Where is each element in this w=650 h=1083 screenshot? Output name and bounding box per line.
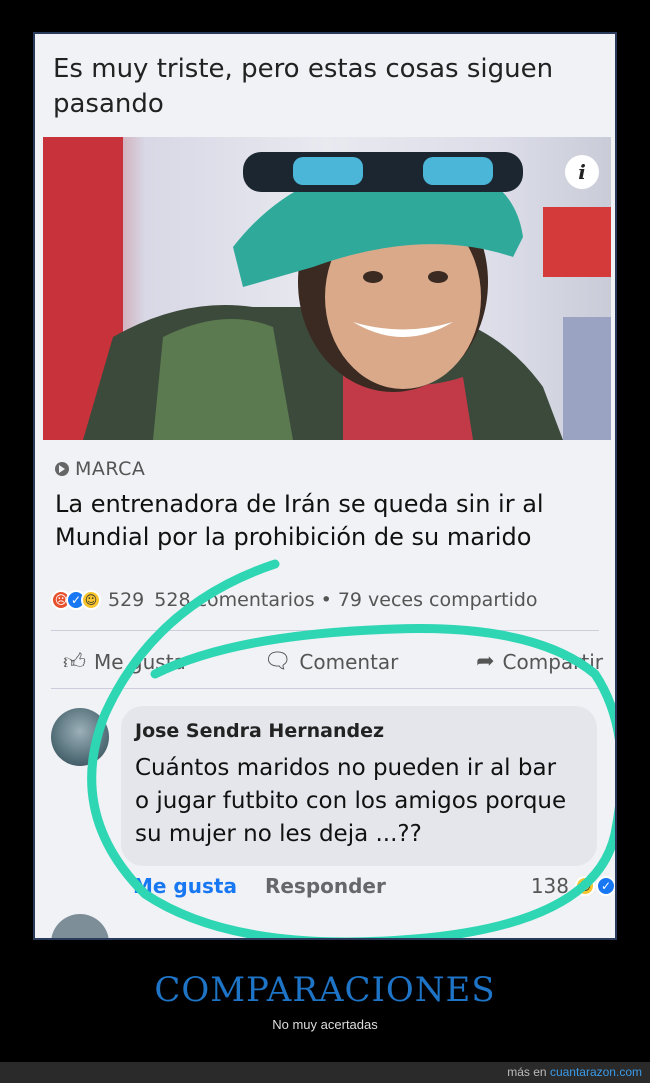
like-button[interactable]: 👍︎ Me gusta [63, 648, 186, 676]
reaction-count[interactable]: 529 [108, 589, 144, 611]
haha-reaction-icon: ☺ [575, 876, 595, 896]
article-photo[interactable]: i [43, 137, 611, 440]
divider [51, 688, 599, 689]
like-label: Me gusta [94, 649, 186, 674]
comment-button[interactable]: 🗨︎ Comentar [263, 648, 398, 675]
comment-reply-button[interactable]: Responder [265, 874, 386, 898]
comment-bubble-icon: 🗨︎ [263, 649, 292, 674]
comment-text: Cuántos maridos no pueden ir al bar o ju… [135, 755, 567, 847]
share-count[interactable]: 79 veces compartido [338, 589, 538, 611]
footer: más en cuantarazon.com [0, 1062, 650, 1083]
comment-label: Comentar [299, 649, 399, 674]
haha-reaction-icon: ☺ [81, 590, 101, 610]
link-headline[interactable]: La entrenadora de Irán se queda sin ir a… [55, 488, 603, 554]
post-caption: Es muy triste, pero estas cosas siguen p… [53, 54, 554, 119]
post-stats: ☹ ✓ ☺ 529 528 comentarios • 79 veces com… [51, 589, 611, 611]
source-name: MARCA [75, 458, 146, 480]
photo-illustration [43, 137, 611, 440]
footer-prefix: más en [507, 1065, 547, 1079]
comment-like-button[interactable]: Me gusta [133, 874, 237, 898]
comment-reactions[interactable]: 138 ☺ ✓ [530, 874, 615, 898]
site-subtitle: No muy acertadas [272, 1017, 378, 1032]
avatar[interactable] [51, 914, 109, 938]
share-label: Compartir [502, 649, 603, 674]
thumbs-up-icon: 👍︎ [63, 650, 86, 675]
comment-bubble: Jose Sendra Hernandez Cuántos maridos no… [121, 706, 597, 866]
link-source: MARCA [55, 458, 145, 480]
comment-reaction-count: 138 [530, 874, 569, 898]
post-screenshot: Es muy triste, pero estas cosas siguen p… [33, 32, 617, 940]
play-icon [55, 462, 69, 476]
reaction-icons[interactable]: ☹ ✓ ☺ [51, 590, 101, 610]
comment-actions: Me gusta Responder 138 ☺ ✓ [133, 874, 615, 898]
site-title: COMPARACIONES [154, 970, 496, 1010]
info-icon[interactable]: i [565, 155, 599, 189]
stats-separator: • [320, 589, 332, 611]
link-preview[interactable]: MARCA La entrenadora de Irán se queda si… [43, 440, 611, 568]
comment-author[interactable]: Jose Sendra Hernandez [135, 720, 384, 742]
share-button[interactable]: ➦ Compartir [476, 648, 603, 675]
comment-count[interactable]: 528 comentarios [154, 589, 314, 611]
avatar[interactable] [51, 708, 109, 766]
like-reaction-icon: ✓ [596, 876, 615, 896]
share-arrow-icon: ➦ [476, 649, 495, 674]
divider [51, 630, 599, 631]
post-actions: 👍︎ Me gusta 🗨︎ Comentar ➦ Compartir [63, 648, 603, 675]
footer-link[interactable]: cuantarazon.com [550, 1065, 642, 1079]
